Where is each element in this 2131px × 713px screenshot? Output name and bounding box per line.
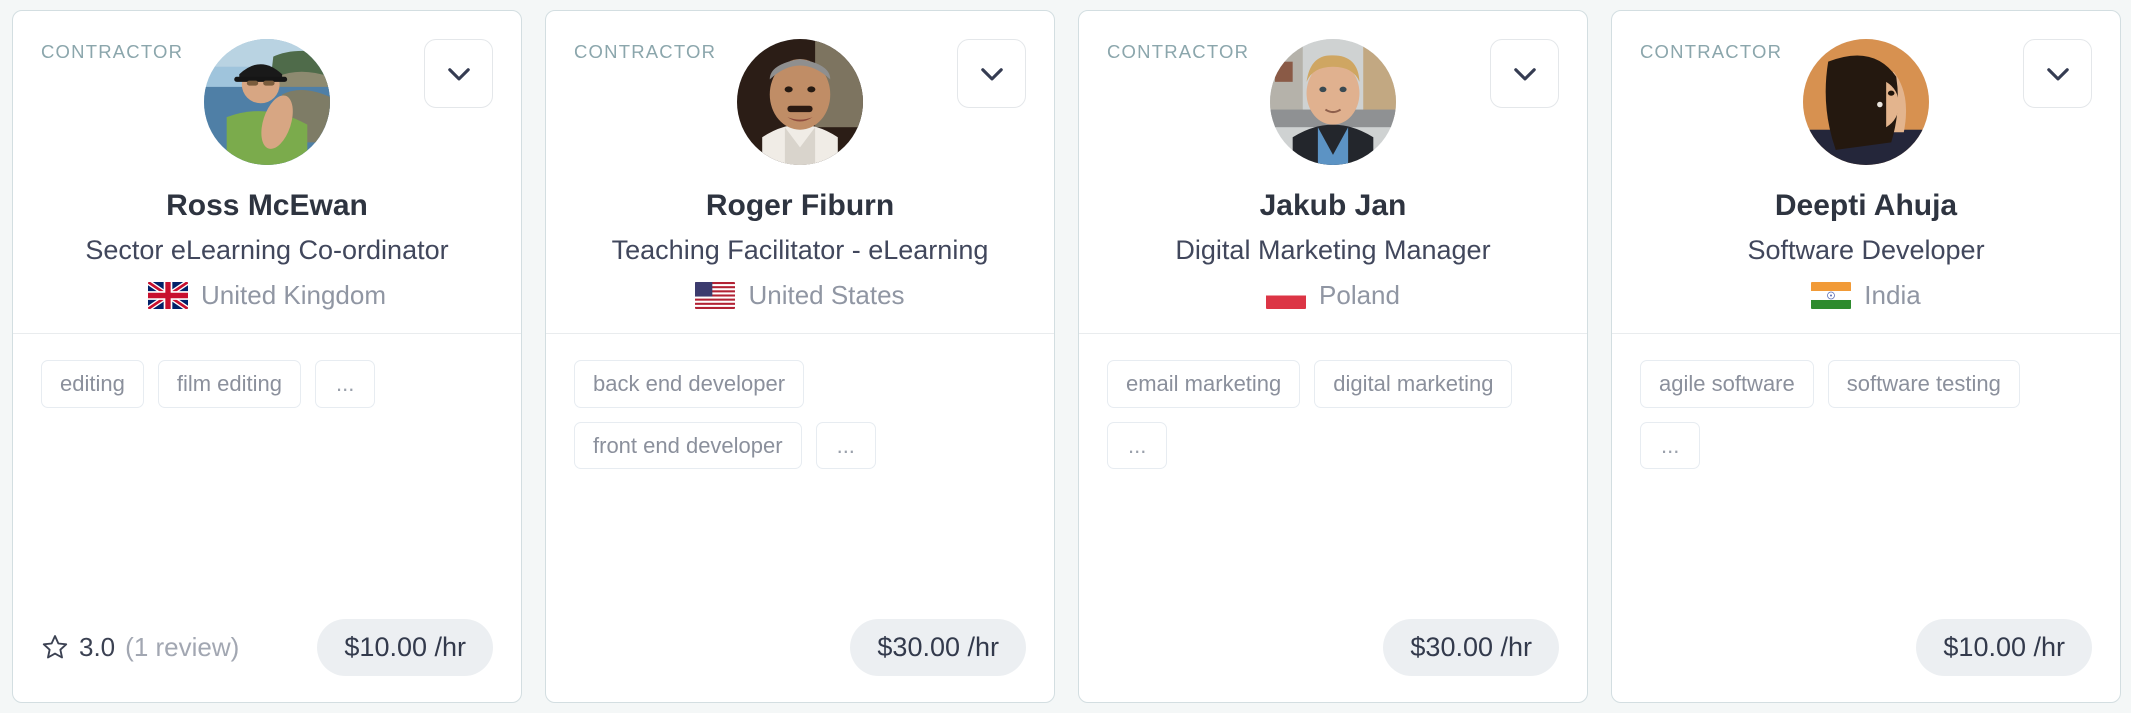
- contractor-card[interactable]: CONTRACTOR Ross McEwan Sector eLearning Co…: [12, 10, 522, 703]
- skill-tag[interactable]: agile software: [1640, 360, 1814, 408]
- contractor-card[interactable]: CONTRACTOR Roger Fiburn Teaching Facilitat…: [545, 10, 1055, 703]
- contractor-location: India: [1612, 280, 2120, 311]
- contractor-job-title: Software Developer: [1747, 235, 1985, 265]
- skill-tag-more[interactable]: ...: [1640, 421, 1701, 470]
- card-header: CONTRACTOR Deepti Ahuja Software Developer…: [1612, 11, 2120, 335]
- contractor-name[interactable]: Ross McEwan: [13, 189, 521, 222]
- rating-score: 3.0: [79, 631, 116, 662]
- contractor-job-title: Teaching Facilitator - eLearning: [611, 235, 989, 265]
- contractor-badge: CONTRACTOR: [1640, 41, 1783, 62]
- card-footer: $30.00 /hr: [1107, 618, 1559, 676]
- contractor-name[interactable]: Jakub Jan: [1079, 189, 1587, 222]
- contractor-badge: CONTRACTOR: [574, 41, 717, 62]
- avatar[interactable]: [204, 39, 330, 165]
- contractor-job-title: Sector eLearning Co-ordinator: [85, 235, 449, 265]
- skill-tag[interactable]: software testing: [1827, 360, 2020, 408]
- card-footer: $30.00 /hr: [574, 618, 1026, 676]
- skill-tag[interactable]: back end developer: [574, 360, 805, 408]
- hourly-rate-badge[interactable]: $30.00 /hr: [850, 618, 1026, 676]
- expand-card-button[interactable]: [1490, 39, 1559, 108]
- star-outline-icon: [41, 633, 69, 661]
- avatar[interactable]: [737, 39, 863, 165]
- card-list: CONTRACTOR Ross McEwan Sector eLearning Co…: [0, 0, 2131, 713]
- contractor-results-grid: CONTRACTOR Ross McEwan Sector eLearning Co…: [0, 0, 2131, 713]
- chevron-down-icon: [2041, 57, 2075, 91]
- skill-tag[interactable]: film editing: [157, 360, 301, 408]
- expand-card-button[interactable]: [2023, 39, 2092, 108]
- review-count: (1 review): [125, 631, 240, 662]
- card-footer: 3.0 (1 review) $10.00 /hr: [41, 618, 493, 676]
- hourly-rate-badge[interactable]: $10.00 /hr: [317, 618, 493, 676]
- card-body: editing film editing... 3.0 (1 review) $10.0…: [13, 334, 521, 702]
- contractor-location: Poland: [1079, 280, 1587, 311]
- contractor-badge: CONTRACTOR: [41, 41, 184, 62]
- contractor-location: United Kingdom: [13, 280, 521, 311]
- contractor-location: United States: [546, 280, 1054, 311]
- rating: 3.0 (1 review): [41, 632, 239, 663]
- country-name: India: [1864, 280, 1921, 311]
- card-body: agile software software testing... $10.00 …: [1612, 334, 2120, 702]
- skill-tag-more[interactable]: ...: [315, 360, 376, 408]
- avatar[interactable]: [1803, 39, 1929, 165]
- expand-card-button[interactable]: [957, 39, 1026, 108]
- contractor-job-title: Digital Marketing Manager: [1175, 235, 1491, 265]
- card-body: email marketing digital marketing... $30.0…: [1079, 334, 1587, 702]
- card-body: back end developer front end developer...…: [546, 334, 1054, 702]
- contractor-card[interactable]: CONTRACTOR Deepti Ahuja Software Developer…: [1611, 10, 2121, 703]
- flag-in-icon: [1811, 282, 1852, 310]
- hourly-rate-badge[interactable]: $10.00 /hr: [1916, 618, 2092, 676]
- contractor-name[interactable]: Deepti Ahuja: [1612, 189, 2120, 222]
- skill-tag[interactable]: digital marketing: [1314, 360, 1513, 408]
- card-footer: $10.00 /hr: [1640, 618, 2092, 676]
- contractor-badge: CONTRACTOR: [1107, 41, 1250, 62]
- skill-tag[interactable]: editing: [41, 360, 144, 408]
- flag-pl-icon: [1266, 282, 1307, 310]
- card-header: CONTRACTOR Jakub Jan Digital Marketing Man…: [1079, 11, 1587, 335]
- chevron-down-icon: [442, 57, 476, 91]
- skill-tag-list: editing film editing...: [41, 360, 493, 598]
- expand-card-button[interactable]: [424, 39, 493, 108]
- contractor-card[interactable]: CONTRACTOR Jakub Jan Digital Marketing Man…: [1078, 10, 1588, 703]
- contractor-name[interactable]: Roger Fiburn: [546, 189, 1054, 222]
- chevron-down-icon: [1508, 57, 1542, 91]
- skill-tag-more[interactable]: ...: [815, 421, 876, 470]
- chevron-down-icon: [975, 57, 1009, 91]
- skill-tag[interactable]: front end developer: [574, 421, 802, 470]
- flag-gb-icon: [148, 282, 188, 310]
- avatar[interactable]: [1270, 39, 1396, 165]
- hourly-rate-badge[interactable]: $30.00 /hr: [1383, 618, 1559, 676]
- country-name: United States: [748, 280, 905, 311]
- skill-tag-list: back end developer front end developer...: [574, 360, 1026, 598]
- skill-tag[interactable]: email marketing: [1107, 360, 1301, 408]
- country-name: Poland: [1319, 280, 1400, 311]
- skill-tag-list: agile software software testing...: [1640, 360, 2092, 598]
- card-header: CONTRACTOR Ross McEwan Sector eLearning Co…: [13, 11, 521, 335]
- flag-us-icon: [695, 282, 736, 310]
- card-header: CONTRACTOR Roger Fiburn Teaching Facilitat…: [546, 11, 1054, 335]
- skill-tag-more[interactable]: ...: [1107, 421, 1168, 470]
- country-name: United Kingdom: [201, 280, 386, 311]
- skill-tag-list: email marketing digital marketing...: [1107, 360, 1559, 598]
